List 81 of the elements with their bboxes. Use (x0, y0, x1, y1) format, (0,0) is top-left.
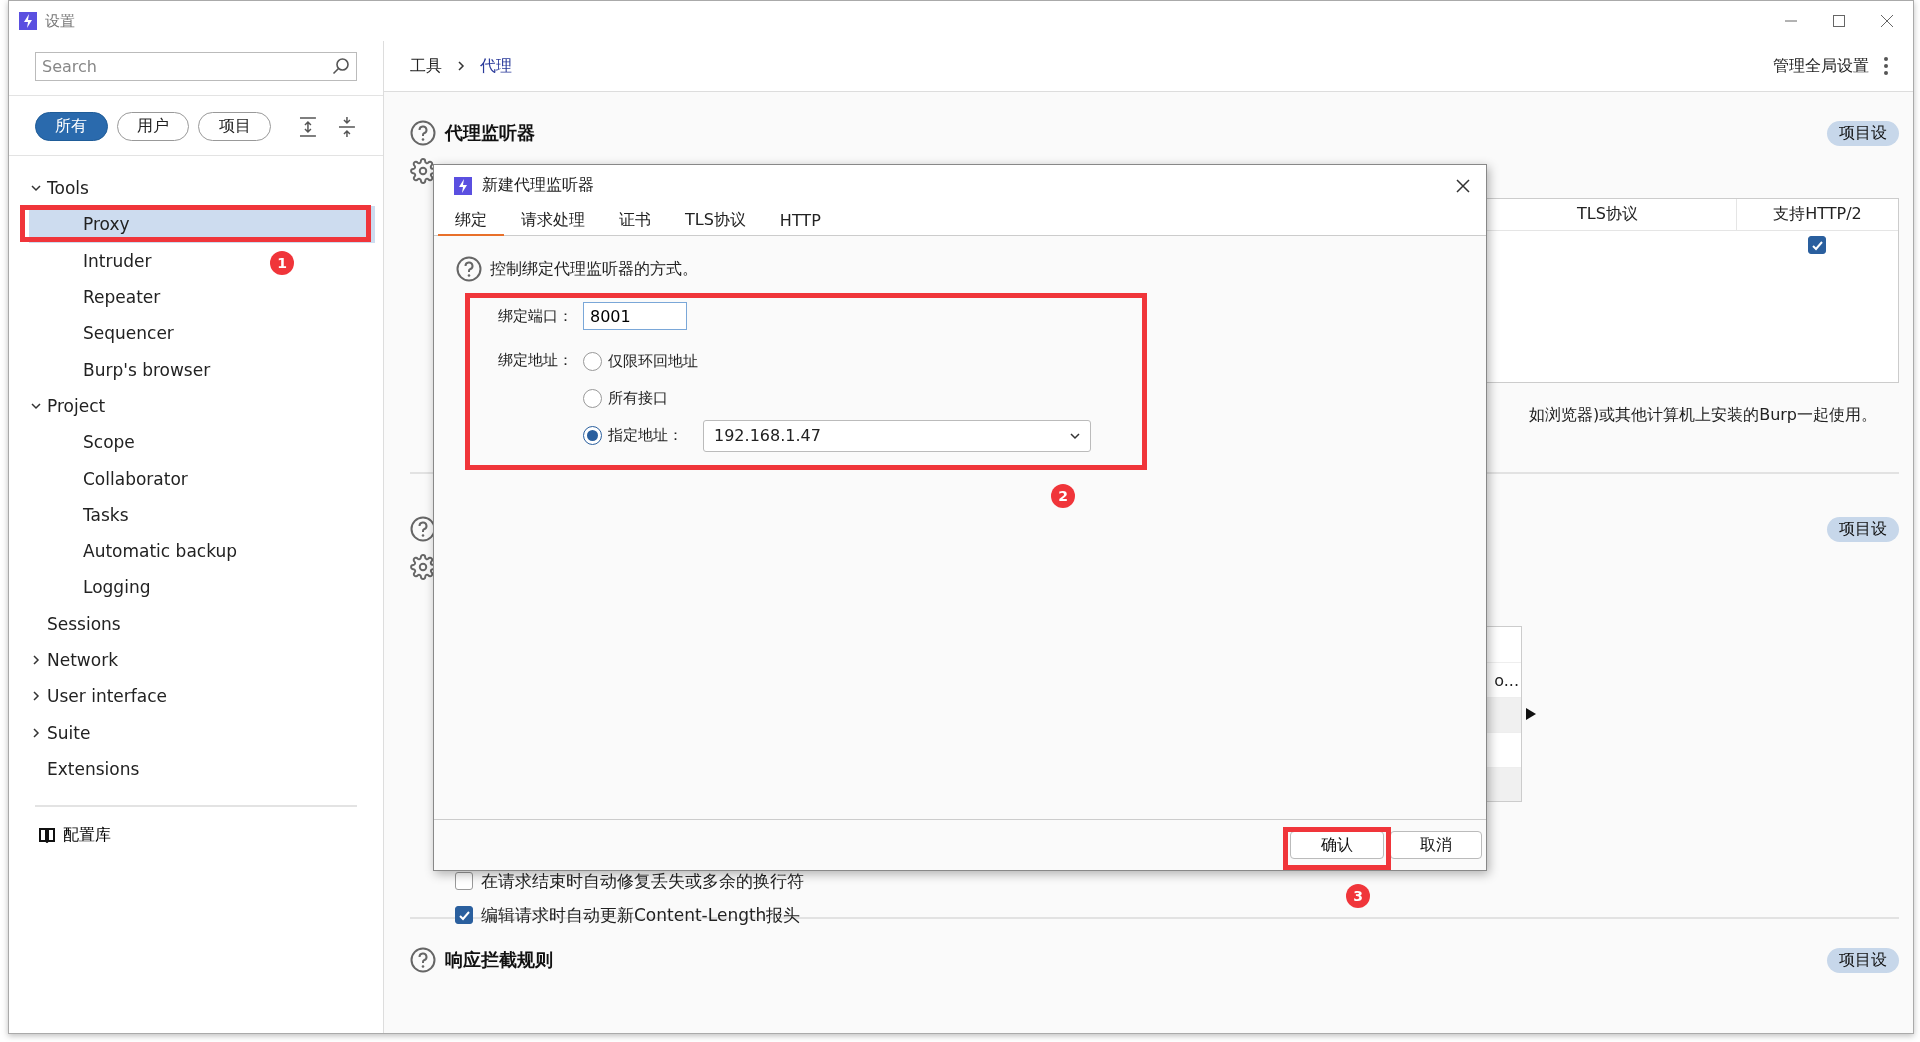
option-label[interactable]: 在请求结束时自动修复丢失或多余的换行符 (481, 869, 804, 893)
chevron-icon (31, 691, 41, 702)
project-badge: 项目设 (1827, 516, 1899, 542)
hint-text: 控制绑定代理监听器的方式。 (490, 258, 698, 280)
caret-icon (1070, 430, 1080, 441)
close-icon[interactable] (1881, 15, 1893, 27)
breadcrumb-link[interactable]: 工具 (410, 55, 442, 77)
app-logo-icon (454, 176, 472, 195)
filter-tab[interactable]: 所有 (35, 112, 108, 141)
field-label: 绑定端口： (498, 306, 573, 326)
address-dropdown[interactable]: 192.168.1.47 (703, 419, 1091, 452)
tree-item[interactable]: Suite (29, 714, 91, 751)
confirm-button[interactable]: 确认 (1290, 831, 1384, 859)
settings-icon[interactable] (410, 158, 436, 185)
field-label: 绑定地址： (498, 351, 573, 370)
close-icon[interactable] (1456, 178, 1470, 193)
play-icon[interactable] (1526, 708, 1536, 721)
breadcrumb-link[interactable]: 代理 (480, 55, 512, 77)
dialog-tab[interactable]: HTTP (762, 206, 838, 236)
tree-item[interactable]: Sessions (29, 605, 121, 642)
help-icon[interactable] (410, 516, 436, 543)
tree-item[interactable]: Tasks (29, 496, 129, 533)
help-icon[interactable] (410, 120, 436, 147)
app-logo-icon (19, 12, 37, 30)
section-title: 代理监听器 (445, 121, 535, 146)
dialog-tab[interactable]: 请求处理 (504, 206, 602, 236)
tree-item[interactable]: Scope (29, 424, 135, 461)
chevron-icon (456, 61, 466, 72)
dialog-tab[interactable]: 绑定 (438, 206, 504, 236)
collapse-all-icon[interactable] (337, 115, 357, 138)
section-title: 响应拦截规则 (445, 948, 553, 973)
expand-all-icon[interactable] (298, 115, 319, 138)
help-icon[interactable] (456, 256, 482, 282)
tree-item[interactable]: User interface (29, 678, 167, 715)
radio-label[interactable]: 指定地址： (608, 426, 683, 445)
tree-item[interactable]: Burp's browser (29, 351, 211, 388)
option-label[interactable]: 编辑请求时自动更新Content-Length报头 (481, 903, 801, 927)
maximize-icon[interactable] (1833, 15, 1845, 27)
tree-item[interactable]: Automatic backup (29, 532, 238, 570)
radio-button[interactable] (583, 389, 602, 408)
tree-item[interactable]: Network (29, 641, 118, 679)
dialog-tab[interactable]: TLS协议 (668, 206, 763, 236)
dialog-tab[interactable]: 证书 (602, 206, 668, 236)
tree-item[interactable]: Sequencer (29, 315, 174, 352)
description-text: 如浏览器)或其他计算机上安装的Burp一起使用。 (1528, 405, 1878, 427)
help-icon[interactable] (410, 947, 436, 974)
chevron-icon (31, 183, 41, 194)
tree-item[interactable]: Project (29, 387, 106, 425)
chevron-icon (31, 655, 41, 665)
chevron-icon (31, 400, 41, 411)
tree-item[interactable]: Intruder (29, 242, 152, 279)
tree-item[interactable]: Collaborator (29, 460, 188, 497)
column-header: 支持HTTP/2 (1736, 199, 1898, 232)
filter-tab[interactable]: 用户 (116, 112, 190, 141)
tree-item[interactable]: Tools (29, 170, 89, 207)
window-title: 设置 (45, 11, 75, 31)
tree-item[interactable]: Extensions (29, 750, 140, 788)
port-field[interactable]: 8001 (583, 302, 687, 330)
more-icon[interactable] (1883, 56, 1889, 77)
filter-tab[interactable]: 项目 (198, 112, 272, 141)
radio-button[interactable] (583, 426, 602, 445)
library-link[interactable]: 配置库 (63, 825, 111, 847)
radio-label[interactable]: 仅限环回地址 (608, 352, 698, 371)
checkbox[interactable] (455, 872, 473, 891)
chevron-icon (31, 727, 41, 738)
radio-button[interactable] (583, 352, 602, 371)
tree-item[interactable]: Logging (29, 569, 151, 606)
book-icon (39, 828, 55, 844)
dialog-title: 新建代理监听器 (482, 175, 594, 196)
radio-label[interactable]: 所有接口 (608, 389, 668, 408)
search-field[interactable]: Search (35, 52, 357, 81)
settings-icon[interactable] (410, 554, 436, 581)
table-cell: o... (1494, 670, 1519, 690)
project-badge: 项目设 (1827, 120, 1899, 146)
checkbox[interactable] (1808, 236, 1826, 255)
project-badge: 项目设 (1827, 947, 1899, 973)
search-icon[interactable] (332, 57, 350, 75)
cancel-button[interactable]: 取消 (1390, 831, 1482, 859)
global-settings-link[interactable]: 管理全局设置 (1773, 55, 1869, 77)
checkbox[interactable] (455, 906, 473, 925)
tree-item[interactable]: Repeater (29, 278, 161, 316)
